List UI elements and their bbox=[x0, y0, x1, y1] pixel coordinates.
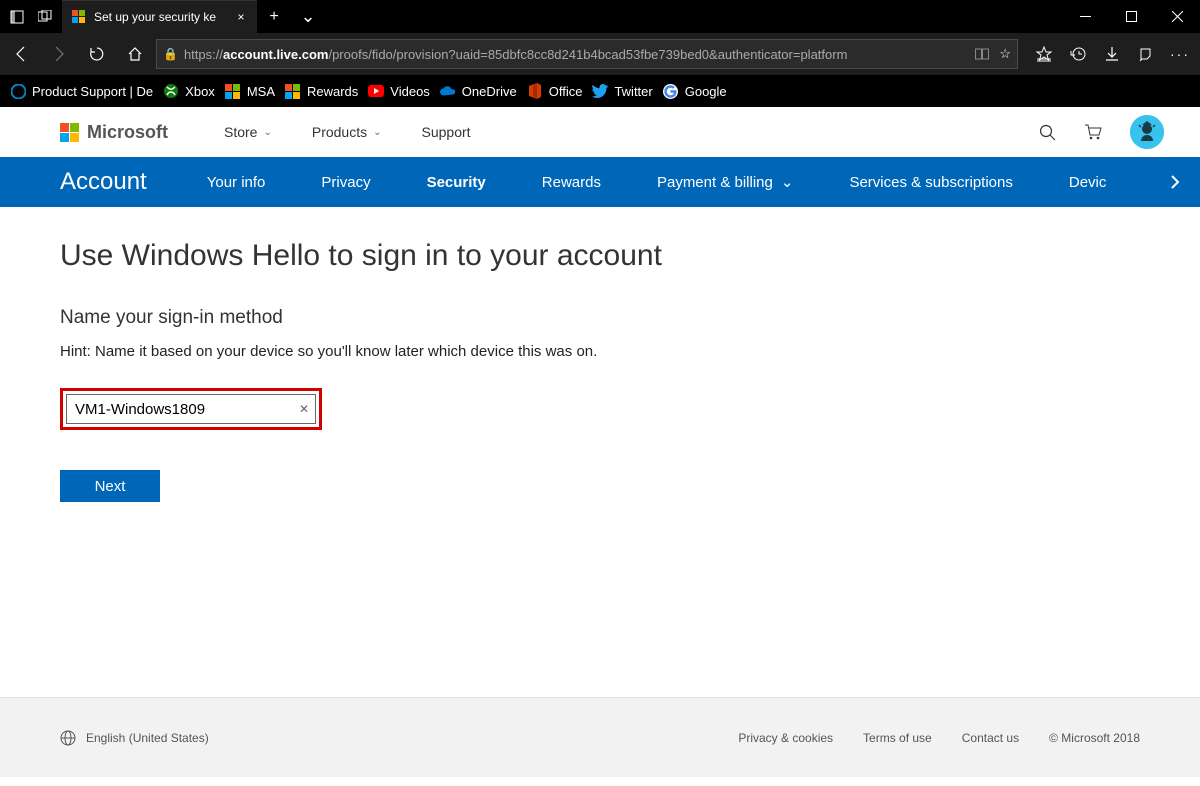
favorite-item[interactable]: Google bbox=[663, 83, 727, 99]
clear-input-icon[interactable]: ✕ bbox=[299, 402, 309, 416]
page-title: Use Windows Hello to sign in to your acc… bbox=[60, 239, 1140, 273]
tab-preview-icon[interactable] bbox=[38, 10, 52, 24]
page-content: Use Windows Hello to sign in to your acc… bbox=[0, 207, 1200, 677]
favorites-bar: Product Support | De Xbox MSA Rewards Videos… bbox=[0, 75, 1200, 107]
acct-nav-item[interactable]: Privacy bbox=[321, 174, 370, 191]
favorite-item[interactable]: Twitter bbox=[592, 83, 652, 99]
tabs-aside-icon[interactable] bbox=[10, 10, 24, 24]
favorite-item[interactable]: Office bbox=[527, 83, 583, 99]
globe-icon bbox=[60, 730, 76, 746]
favorite-item[interactable]: Rewards bbox=[285, 83, 358, 99]
window-maximize-button[interactable] bbox=[1108, 0, 1154, 33]
chevron-down-icon: ⌄ bbox=[781, 174, 794, 191]
chevron-down-icon: ⌄ bbox=[263, 127, 271, 138]
favorites-hub-icon[interactable] bbox=[1036, 46, 1052, 62]
favorite-item[interactable]: Product Support | De bbox=[10, 83, 153, 99]
home-button[interactable] bbox=[118, 37, 152, 71]
reading-view-icon[interactable] bbox=[975, 47, 989, 61]
acct-nav-item[interactable]: Payment & billing⌄ bbox=[657, 173, 793, 191]
tab-close-button[interactable]: × bbox=[233, 10, 249, 24]
window-minimize-button[interactable] bbox=[1062, 0, 1108, 33]
favorite-favicon-icon bbox=[225, 83, 241, 99]
favorite-favicon-icon bbox=[592, 83, 608, 99]
footer-link[interactable]: Terms of use bbox=[863, 731, 932, 745]
favorite-favicon-icon bbox=[440, 83, 456, 99]
account-brand[interactable]: Account bbox=[60, 168, 147, 196]
msheader-nav-item[interactable]: Products ⌄ bbox=[312, 124, 382, 140]
acct-nav-item[interactable]: Devic bbox=[1069, 174, 1107, 191]
favorite-label: Office bbox=[549, 84, 583, 99]
language-selector[interactable]: English (United States) bbox=[60, 730, 209, 746]
favorite-favicon-icon bbox=[285, 83, 301, 99]
favorite-label: Google bbox=[685, 84, 727, 99]
tab-actions-button[interactable]: ⌄ bbox=[291, 0, 325, 33]
acct-nav-item[interactable]: Services & subscriptions bbox=[849, 174, 1012, 191]
hint-text: Hint: Name it based on your device so yo… bbox=[60, 343, 1140, 360]
search-icon[interactable] bbox=[1039, 124, 1056, 141]
favorite-favicon-icon bbox=[663, 83, 679, 99]
notes-icon[interactable] bbox=[1138, 46, 1154, 62]
footer-link[interactable]: Contact us bbox=[962, 731, 1019, 745]
page-footer: English (United States) Privacy & cookie… bbox=[0, 697, 1200, 777]
favorite-item[interactable]: OneDrive bbox=[440, 83, 517, 99]
favorite-favicon-icon bbox=[368, 83, 384, 99]
browser-toolbar: 🔒 https://account.live.com/proofs/fido/p… bbox=[0, 33, 1200, 75]
favorite-favicon-icon bbox=[527, 83, 543, 99]
window-close-button[interactable] bbox=[1154, 0, 1200, 33]
favorite-label: MSA bbox=[247, 84, 275, 99]
favorite-item[interactable]: MSA bbox=[225, 83, 275, 99]
favorite-item[interactable]: Xbox bbox=[163, 83, 215, 99]
next-button[interactable]: Next bbox=[60, 470, 160, 502]
favorite-label: Xbox bbox=[185, 84, 215, 99]
language-label: English (United States) bbox=[86, 731, 209, 745]
subnav-scroll-right[interactable] bbox=[1160, 157, 1190, 207]
favorite-label: Videos bbox=[390, 84, 430, 99]
microsoft-logo[interactable]: Microsoft bbox=[60, 122, 168, 143]
chevron-down-icon: ⌄ bbox=[373, 127, 381, 138]
acct-nav-item[interactable]: Your info bbox=[207, 174, 266, 191]
favorite-star-icon[interactable]: ☆ bbox=[999, 46, 1011, 62]
microsoft-header: Microsoft Store ⌄ Products ⌄ Support bbox=[0, 107, 1200, 157]
section-heading: Name your sign-in method bbox=[60, 307, 1140, 329]
back-button[interactable] bbox=[4, 37, 38, 71]
msheader-nav-label: Store bbox=[224, 124, 257, 140]
window-titlebar: Set up your security ke × + ⌄ bbox=[0, 0, 1200, 33]
msheader-nav-item[interactable]: Support bbox=[422, 124, 471, 140]
msheader-nav-label: Support bbox=[422, 124, 471, 140]
favorite-favicon-icon bbox=[10, 83, 26, 99]
highlighted-input-region: ✕ bbox=[60, 388, 322, 430]
favorite-label: Rewards bbox=[307, 84, 358, 99]
signin-method-name-input[interactable] bbox=[66, 394, 316, 424]
downloads-icon[interactable] bbox=[1104, 46, 1120, 62]
acct-nav-item[interactable]: Security bbox=[427, 174, 486, 191]
footer-link[interactable]: Privacy & cookies bbox=[738, 731, 833, 745]
account-subnav: Account Your info Privacy Security Rewards P… bbox=[0, 157, 1200, 207]
url-text: https://account.live.com/proofs/fido/pro… bbox=[184, 47, 969, 62]
msheader-nav-item[interactable]: Store ⌄ bbox=[224, 124, 272, 140]
lock-icon: 🔒 bbox=[163, 47, 178, 61]
acct-nav-item[interactable]: Rewards bbox=[542, 174, 601, 191]
cart-icon[interactable] bbox=[1084, 123, 1102, 141]
favorite-label: Product Support | De bbox=[32, 84, 153, 99]
favorite-favicon-icon bbox=[163, 83, 179, 99]
forward-button[interactable] bbox=[42, 37, 76, 71]
browser-tab[interactable]: Set up your security ke × bbox=[62, 0, 257, 33]
history-icon[interactable] bbox=[1070, 46, 1086, 62]
ms-favicon-icon bbox=[72, 10, 86, 24]
microsoft-wordmark: Microsoft bbox=[87, 122, 168, 143]
profile-avatar[interactable] bbox=[1130, 115, 1164, 149]
copyright: © Microsoft 2018 bbox=[1049, 731, 1140, 745]
new-tab-button[interactable]: + bbox=[257, 0, 291, 33]
tab-title: Set up your security ke bbox=[94, 10, 225, 24]
msheader-nav-label: Products bbox=[312, 124, 367, 140]
address-bar[interactable]: 🔒 https://account.live.com/proofs/fido/p… bbox=[156, 39, 1018, 69]
favorite-label: Twitter bbox=[614, 84, 652, 99]
favorite-label: OneDrive bbox=[462, 84, 517, 99]
refresh-button[interactable] bbox=[80, 37, 114, 71]
more-menu-icon[interactable]: ··· bbox=[1172, 46, 1188, 62]
favorite-item[interactable]: Videos bbox=[368, 83, 430, 99]
microsoft-logo-icon bbox=[60, 123, 79, 142]
